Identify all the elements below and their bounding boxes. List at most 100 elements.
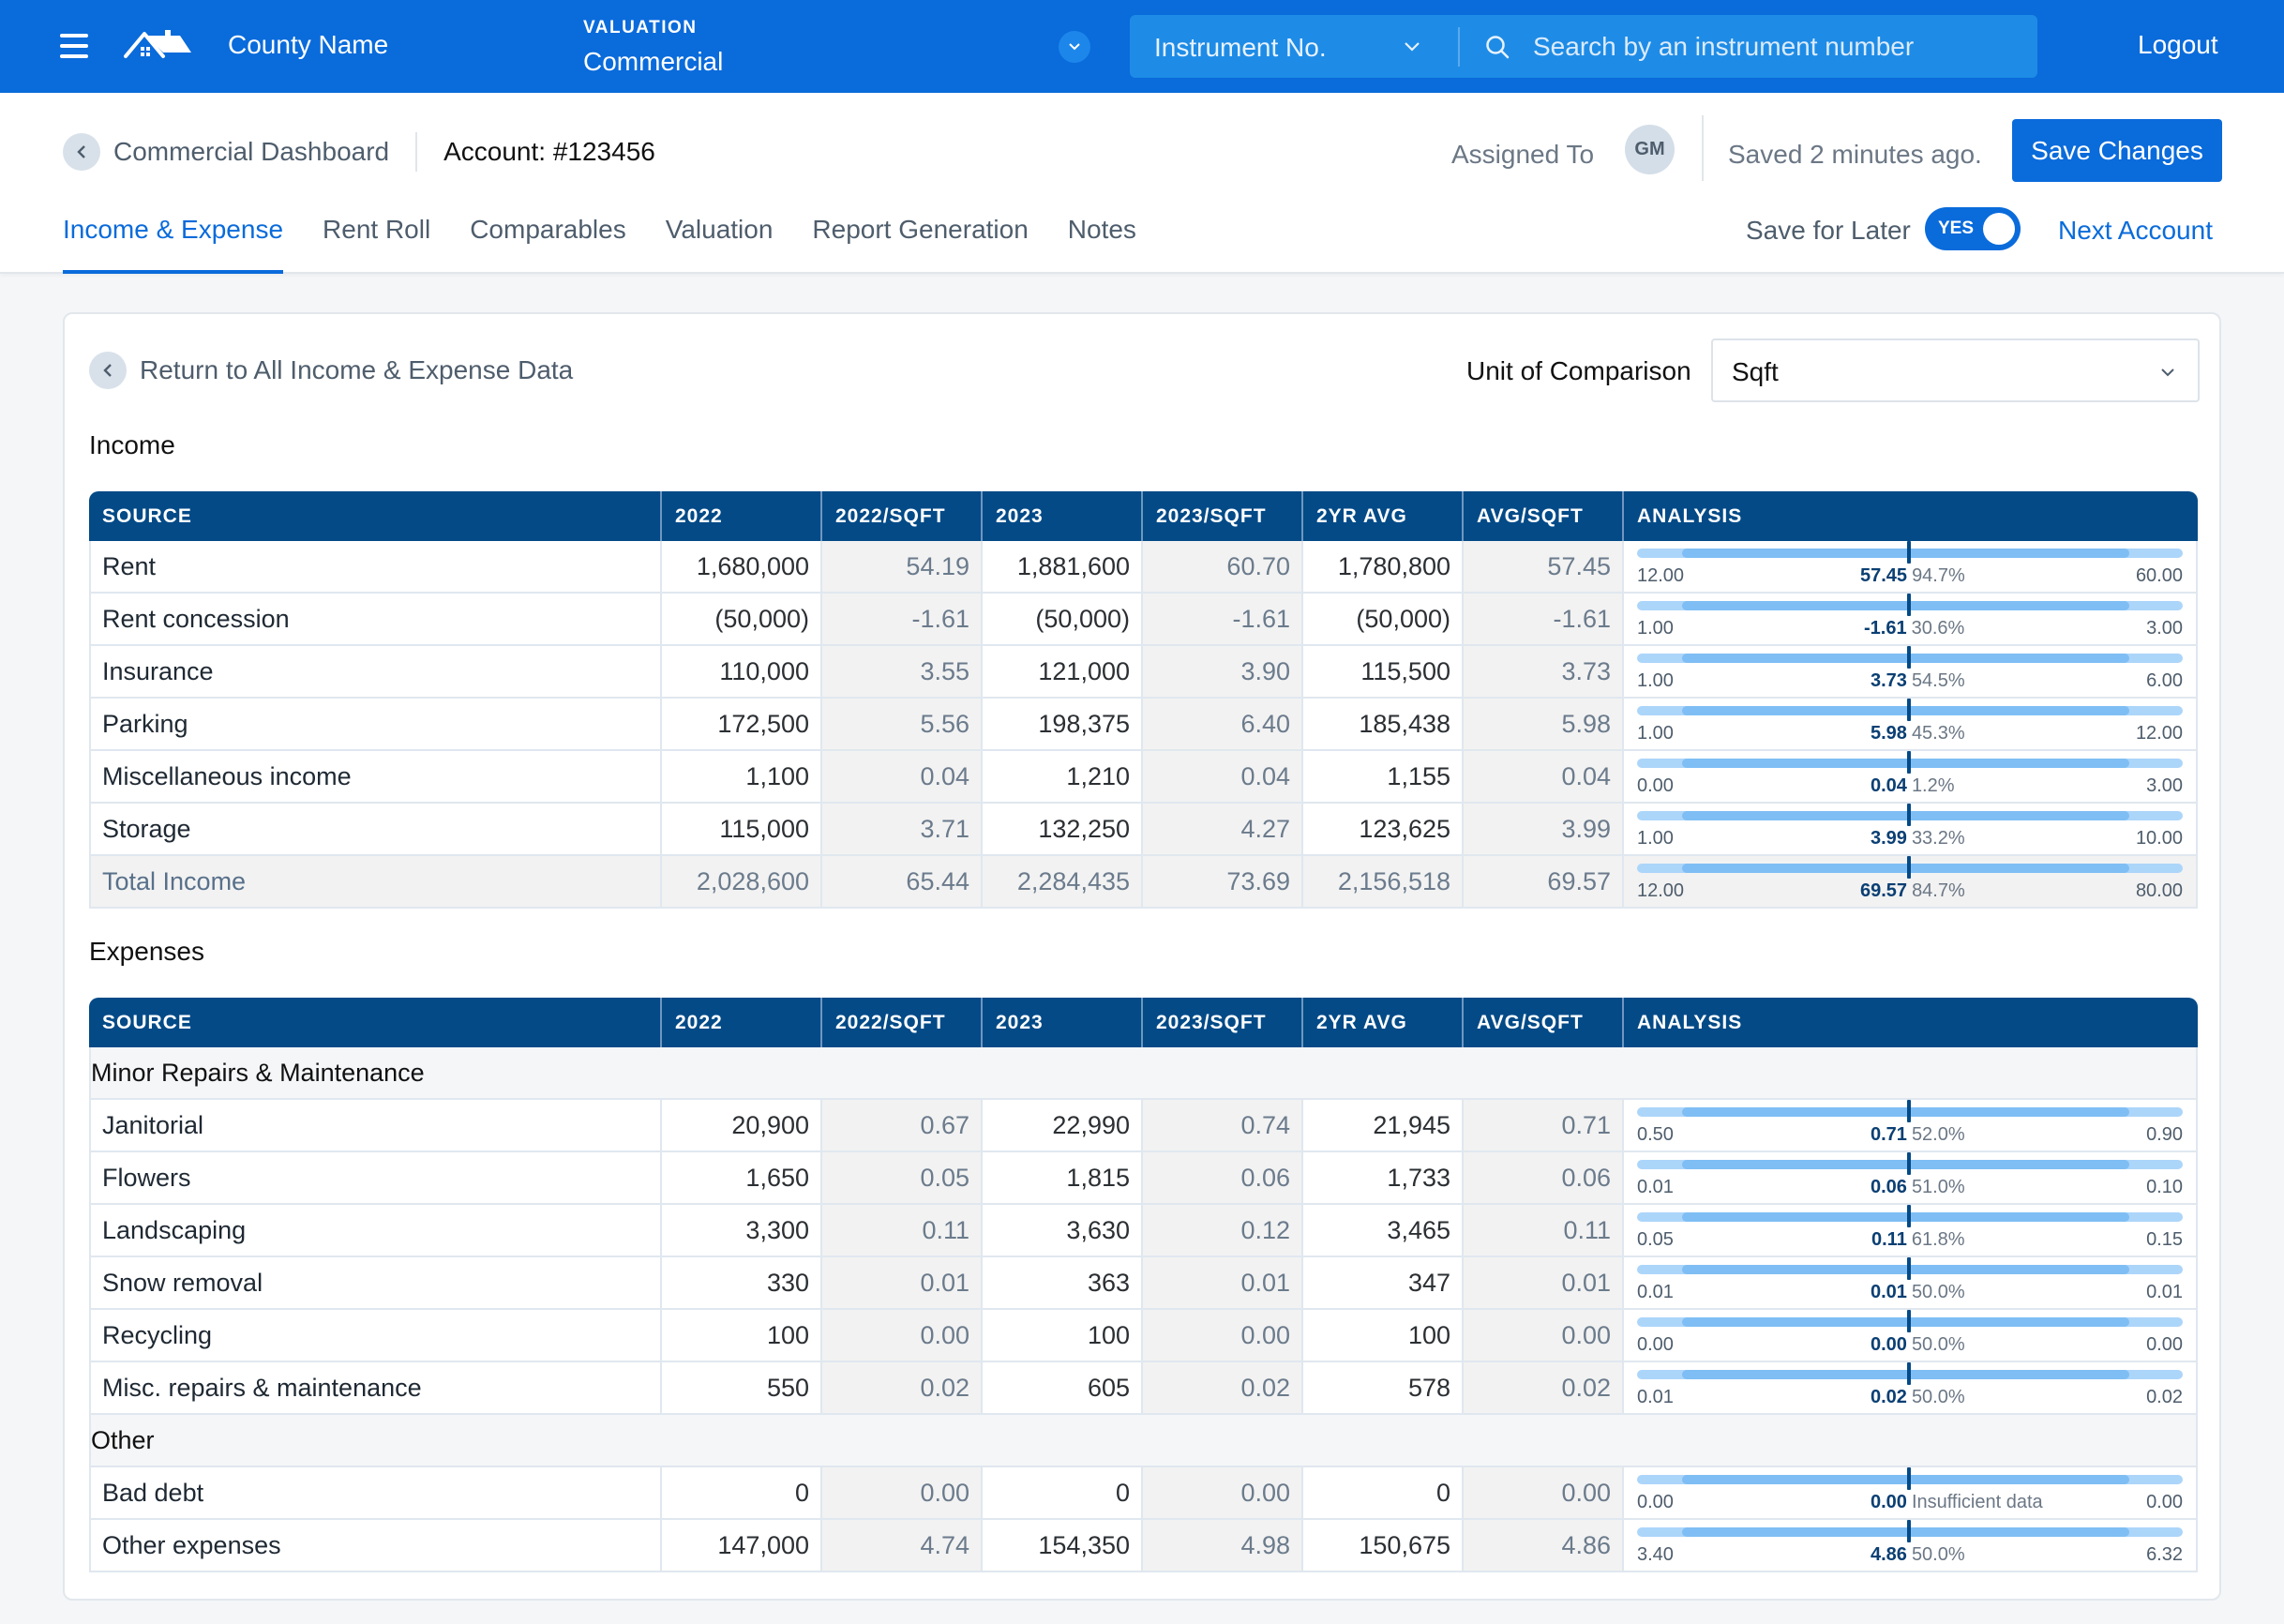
gauge-value-label: -1.61 30.6%	[1864, 618, 1964, 639]
gauge-low-value: 12.00	[1637, 565, 1685, 586]
analysis-cell: 12.00 60.00 57.45 94.7%	[1624, 541, 2198, 594]
gauge-low-value: 0.00	[1637, 775, 1674, 796]
gauge-high-value: 0.90	[2146, 1124, 2183, 1145]
tab-report-generation[interactable]: Report Generation	[812, 211, 1028, 274]
expense-row: Bad debt 0 0.00 0 0.00 0 0.00 0.00 0.00 0.00 Insuf…	[89, 1467, 2198, 1520]
column-header-2022: 2022	[662, 998, 822, 1047]
cell-avg-sqft: 0.71	[1464, 1100, 1624, 1152]
gauge-value-marker	[1907, 1205, 1911, 1227]
analysis-cell: 1.00 10.00 3.99 33.2%	[1624, 804, 2198, 856]
column-header-2022: 2022	[662, 491, 822, 541]
back-button[interactable]	[89, 352, 127, 389]
gauge-current-value: 57.45	[1860, 565, 1908, 586]
gauge-percentile: 50.0%	[1911, 1387, 1965, 1407]
gauge-high-value: 0.02	[2146, 1387, 2183, 1407]
cell-y2022: 147,000	[662, 1520, 822, 1572]
gauge-current-value: 0.01	[1871, 1282, 1907, 1302]
cell-y2022: 3,300	[662, 1205, 822, 1257]
tab-rent-roll[interactable]: Rent Roll	[323, 211, 430, 274]
search-type-select[interactable]: Instrument No.	[1154, 33, 1327, 63]
cell-source: Rent concession	[89, 594, 662, 646]
cell-avg-sqft: 5.98	[1464, 699, 1624, 751]
gauge-current-value: 0.71	[1871, 1124, 1907, 1145]
gauge-interquartile-range	[1682, 601, 2129, 610]
gauge-value-label: 0.01 50.0%	[1871, 1282, 1965, 1303]
cell-avg: 123,625	[1303, 804, 1464, 856]
cell-avg-sqft: 69.57	[1464, 856, 1624, 909]
gauge-value-label: 0.06 51.0%	[1871, 1177, 1965, 1198]
gauge-value-marker	[1907, 751, 1911, 774]
analysis-cell: 0.01 0.01 0.01 50.0%	[1624, 1257, 2198, 1310]
assignee-avatar[interactable]: GM	[1625, 125, 1675, 174]
expense-row: Misc. repairs & maintenance 550 0.02 605 0.0…	[89, 1362, 2198, 1415]
return-to-all-data-link[interactable]: Return to All Income & Expense Data	[89, 352, 573, 389]
column-header-2023-sqft: 2023/SQFT	[1143, 491, 1303, 541]
gauge-value-label: 3.73 54.5%	[1871, 670, 1965, 692]
valuation-dropdown-button[interactable]	[1059, 31, 1090, 63]
breadcrumb: Commercial Dashboard Account: #123456	[63, 132, 655, 172]
gauge-low-value: 0.50	[1637, 1124, 1674, 1145]
cell-avg-sqft: 0.01	[1464, 1257, 1624, 1310]
gauge-percentile: 50.0%	[1911, 1544, 1965, 1565]
hamburger-menu-icon[interactable]	[60, 34, 88, 58]
unit-of-comparison-label: Unit of Comparison	[1466, 356, 1691, 385]
gauge-percentile: 50.0%	[1911, 1282, 1965, 1302]
cell-avg: 2,156,518	[1303, 856, 1464, 909]
instrument-search-input[interactable]	[1533, 24, 2021, 69]
tab-comparables[interactable]: Comparables	[470, 211, 626, 274]
cell-y2022-sqft: 54.19	[822, 541, 983, 594]
gauge-value-label: 0.00 Insufficient data	[1871, 1492, 2043, 1513]
expenses-section-title: Expenses	[89, 937, 204, 966]
analysis-range-gauge: 12.00 60.00 57.45 94.7%	[1624, 541, 2196, 592]
cell-y2023-sqft: 3.90	[1143, 646, 1303, 699]
gauge-interquartile-range	[1682, 549, 2129, 558]
analysis-cell: 3.40 6.32 4.86 50.0%	[1624, 1520, 2198, 1572]
tab-valuation[interactable]: Valuation	[666, 211, 774, 274]
breadcrumb-dashboard-link[interactable]: Commercial Dashboard	[113, 137, 389, 167]
column-header-analysis: ANALYSIS	[1624, 491, 2198, 541]
cell-y2023-sqft: 0.74	[1143, 1100, 1303, 1152]
save-status: Saved 2 minutes ago.	[1728, 140, 1982, 169]
analysis-cell: 0.00 3.00 0.04 1.2%	[1624, 751, 2198, 804]
column-header-2yr-avg: 2YR AVG	[1303, 998, 1464, 1047]
unit-of-comparison-select[interactable]: Sqft	[1711, 338, 2200, 402]
cell-source: Rent	[89, 541, 662, 594]
income-row: Rent concession (50,000) -1.61 (50,000) -1.6…	[89, 594, 2198, 646]
cell-y2022-sqft: 0.67	[822, 1100, 983, 1152]
cell-y2023: 132,250	[983, 804, 1143, 856]
income-row: Miscellaneous income 1,100 0.04 1,210 0.04 1,…	[89, 751, 2198, 804]
gauge-current-value: 5.98	[1871, 723, 1907, 744]
top-navigation-bar: County Name VALUATION Commercial Instrum…	[0, 0, 2284, 93]
gauge-high-value: 0.01	[2146, 1282, 2183, 1302]
tab-notes[interactable]: Notes	[1068, 211, 1136, 274]
save-changes-button[interactable]: Save Changes	[2012, 119, 2222, 182]
save-for-later-toggle[interactable]: YES	[1925, 207, 2021, 250]
cell-y2023: (50,000)	[983, 594, 1143, 646]
cell-source: Snow removal	[89, 1257, 662, 1310]
analysis-range-gauge: 1.00 3.00 -1.61 30.6%	[1624, 594, 2196, 644]
cell-y2023-sqft: 0.00	[1143, 1310, 1303, 1362]
cell-y2023: 363	[983, 1257, 1143, 1310]
logout-link[interactable]: Logout	[2138, 30, 2218, 60]
chevron-down-icon[interactable]	[1402, 36, 1422, 56]
next-account-link[interactable]: Next Account	[2058, 216, 2213, 246]
tab-income-expense[interactable]: Income & Expense	[63, 211, 284, 274]
gauge-low-value: 0.01	[1637, 1387, 1674, 1407]
gauge-interquartile-range	[1682, 1160, 2129, 1169]
gauge-value-marker	[1907, 1100, 1911, 1122]
gauge-percentile: 61.8%	[1911, 1229, 1965, 1250]
gauge-percentile: 1.2%	[1911, 775, 1955, 796]
cell-source: Bad debt	[89, 1467, 662, 1520]
cell-avg: 578	[1303, 1362, 1464, 1415]
cell-y2022-sqft: 0.04	[822, 751, 983, 804]
cell-source: Landscaping	[89, 1205, 662, 1257]
back-button[interactable]	[63, 133, 100, 171]
expense-group-name: Other	[89, 1415, 2198, 1467]
cell-y2023-sqft: 0.02	[1143, 1362, 1303, 1415]
cell-y2023: 2,284,435	[983, 856, 1143, 909]
gauge-high-value: 0.00	[2146, 1334, 2183, 1355]
analysis-cell: 12.00 80.00 69.57 84.7%	[1624, 856, 2198, 909]
cell-y2023: 198,375	[983, 699, 1143, 751]
cell-y2023: 1,815	[983, 1152, 1143, 1205]
gauge-current-value: 0.06	[1871, 1177, 1907, 1197]
